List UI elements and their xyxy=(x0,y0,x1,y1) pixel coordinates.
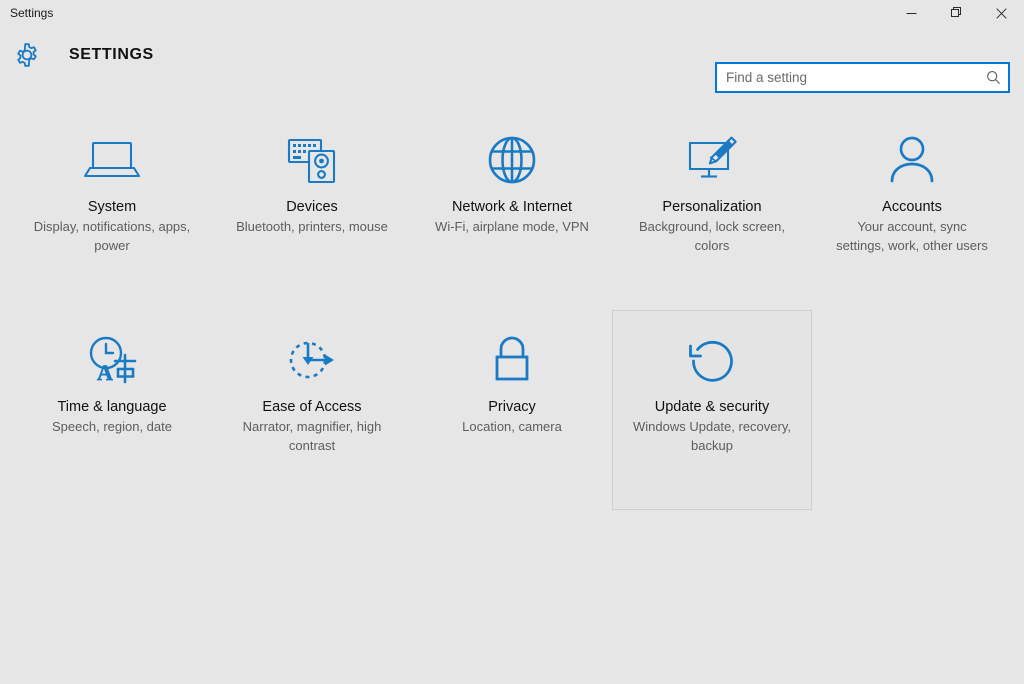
person-icon xyxy=(887,129,937,191)
tile-subtitle: Bluetooth, printers, mouse xyxy=(236,219,388,234)
tile-subtitle: Narrator, magnifier, high contrast xyxy=(242,419,382,453)
padlock-icon xyxy=(488,329,536,391)
tile-title: Accounts xyxy=(882,199,942,215)
tile-subtitle: Windows Update, recovery, backup xyxy=(633,419,791,453)
ease-of-access-icon xyxy=(284,329,340,391)
tile-network-internet[interactable]: Network & Internet Wi-Fi, airplane mode,… xyxy=(412,110,612,310)
tile-title: Personalization xyxy=(662,199,762,215)
tile-title: System xyxy=(87,199,137,215)
settings-tile-grid: System Display, notifications, apps, pow… xyxy=(12,84,1012,510)
tile-accounts[interactable]: Accounts Your account, sync settings, wo… xyxy=(812,110,1012,310)
keyboard-speaker-icon xyxy=(283,129,341,191)
restore-icon xyxy=(950,7,961,17)
app-header: SETTINGS xyxy=(0,26,1024,93)
tile-subtitle: Your account, sync settings, work, other… xyxy=(836,219,988,253)
tile-system[interactable]: System Display, notifications, apps, pow… xyxy=(12,110,212,310)
tile-title: Devices xyxy=(286,199,338,215)
tile-devices[interactable]: Devices Bluetooth, printers, mouse xyxy=(212,110,412,310)
gear-icon xyxy=(12,40,42,70)
close-icon xyxy=(996,7,1007,19)
refresh-circle-icon xyxy=(685,329,739,391)
window-titlebar: Settings xyxy=(0,0,1024,26)
tile-subtitle: Background, lock screen, colors xyxy=(639,219,785,253)
tile-title: Time & language xyxy=(57,399,167,415)
minimize-button[interactable] xyxy=(889,0,934,26)
svg-text:A: A xyxy=(97,360,113,385)
window-controls xyxy=(889,0,1024,26)
tile-title: Update & security xyxy=(654,399,770,415)
laptop-icon xyxy=(82,129,142,191)
tile-subtitle: Speech, region, date xyxy=(52,419,172,434)
tile-title: Network & Internet xyxy=(451,199,573,215)
close-button[interactable] xyxy=(979,0,1024,26)
monitor-paintbrush-icon xyxy=(684,129,740,191)
tile-time-language[interactable]: A Time & language Speech, region, date xyxy=(12,310,212,510)
tile-update-security[interactable]: Update & security Windows Update, recove… xyxy=(612,310,812,510)
globe-icon xyxy=(487,129,537,191)
clock-language-icon: A xyxy=(83,329,141,391)
tile-ease-of-access[interactable]: Ease of Access Narrator, magnifier, high… xyxy=(212,310,412,510)
tile-title: Privacy xyxy=(488,399,536,415)
tile-privacy[interactable]: Privacy Location, camera xyxy=(412,310,612,510)
tile-subtitle: Wi-Fi, airplane mode, VPN xyxy=(435,219,589,234)
maximize-button[interactable] xyxy=(934,0,979,26)
window-title: Settings xyxy=(10,6,54,20)
tile-subtitle: Location, camera xyxy=(462,419,562,434)
tile-title: Ease of Access xyxy=(262,399,362,415)
tile-subtitle: Display, notifications, apps, power xyxy=(33,219,191,253)
tile-personalization[interactable]: Personalization Background, lock screen,… xyxy=(612,110,812,310)
page-title: SETTINGS xyxy=(69,46,154,63)
minimize-icon xyxy=(906,12,917,14)
